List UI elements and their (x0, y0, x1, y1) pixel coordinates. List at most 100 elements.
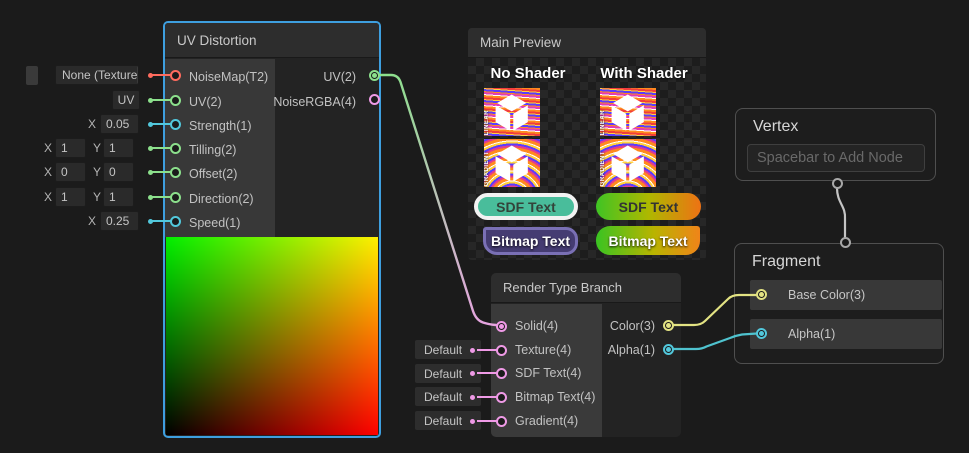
texture-row1-label: LINEAR (600, 110, 607, 135)
bitmap-text-label: Bitmap Text (608, 233, 687, 249)
unity-cube-icon (491, 93, 532, 131)
dot-default-gradient (470, 419, 475, 424)
default-label: Default (424, 343, 462, 357)
default-label: Default (424, 367, 462, 381)
dot-speed (148, 219, 153, 224)
default-label: Default (424, 390, 462, 404)
direction-y-label: Y (93, 187, 101, 207)
base-color-label: Base Color(3) (788, 288, 865, 302)
add-node-hint-box[interactable]: Spacebar to Add Node (747, 144, 925, 172)
fragment-node[interactable]: Fragment Base Color(3) Alpha(1) (734, 243, 944, 364)
tilling-x-field[interactable]: 1 (55, 138, 86, 158)
socket-base-color[interactable] (756, 289, 767, 300)
texture-row2-label: GRADIENT (484, 151, 491, 186)
fragment-slot-base-color[interactable]: Base Color(3) (750, 280, 942, 310)
dot-strength (148, 122, 153, 127)
no-shader-label: No Shader (478, 65, 578, 82)
port-label-uv-out: UV(2) (323, 69, 356, 85)
offset-x-value: 0 (61, 165, 68, 179)
direction-x-value: 1 (61, 190, 68, 204)
unity-cube-icon (491, 144, 532, 182)
socket-texture[interactable] (496, 345, 507, 356)
object-picker-icon[interactable]: ⊙ (137, 66, 139, 84)
port-label-alpha-out: Alpha(1) (608, 342, 655, 358)
sdf-text-label: SDF Text (619, 199, 679, 215)
texture-preview-stub[interactable] (26, 66, 38, 85)
strength-value: 0.05 (106, 117, 129, 131)
fragment-title: Fragment (752, 253, 820, 271)
shader-graph-canvas[interactable]: UV Distortion NoiseMap(T2) UV(2) Strengt… (0, 0, 969, 453)
socket-uv-out[interactable] (369, 70, 380, 81)
socket-alpha-out[interactable] (663, 344, 674, 355)
direction-x-field[interactable]: 1 (55, 187, 86, 207)
socket-sdf-text[interactable] (496, 368, 507, 379)
port-label-solid: Solid(4) (515, 318, 558, 334)
socket-bitmap-text[interactable] (496, 392, 507, 403)
speed-x-label: X (88, 211, 96, 231)
dot-default-bitmap (470, 395, 475, 400)
main-preview-header[interactable]: Main Preview (468, 28, 706, 58)
bitmap-text-label: Bitmap Text (491, 233, 570, 249)
dot-offset (148, 170, 153, 175)
port-label-direction: Direction(2) (189, 191, 254, 207)
offset-y-value: 0 (109, 165, 116, 179)
dot-default-texture (470, 348, 475, 353)
uv-channel-value: UV (118, 93, 135, 107)
dot-default-sdf (470, 371, 475, 376)
add-node-hint-text: Spacebar to Add Node (757, 150, 903, 166)
port-label-color-out: Color(3) (610, 318, 655, 334)
main-preview-panel[interactable]: Main Preview No Shader With Shader LINEA… (468, 28, 706, 260)
render-type-branch-node[interactable]: Render Type Branch Solid(4) Texture(4) S… (491, 273, 681, 437)
fragment-in-connector[interactable] (840, 237, 851, 248)
speed-field[interactable]: 0.25 (100, 211, 139, 231)
port-label-sdf-text: SDF Text(4) (515, 365, 581, 381)
branch-header[interactable]: Render Type Branch (491, 273, 681, 303)
strength-field[interactable]: 0.05 (100, 114, 139, 134)
socket-tilling[interactable] (170, 143, 181, 154)
unity-cube-icon (607, 93, 648, 131)
socket-offset[interactable] (170, 167, 181, 178)
socket-strength[interactable] (170, 119, 181, 130)
noisemap-object-value: None (Texture (62, 68, 137, 82)
fragment-slot-alpha[interactable]: Alpha(1) (750, 319, 942, 349)
socket-noisergba-out[interactable] (369, 94, 380, 105)
direction-x-label: X (44, 187, 52, 207)
speed-value: 0.25 (106, 214, 129, 228)
uv-distortion-node[interactable]: UV Distortion NoiseMap(T2) UV(2) Strengt… (163, 21, 381, 438)
noisemap-object-field[interactable]: None (Texture ⊙ (55, 65, 139, 85)
sdf-text-preview-withshader: SDF Text (596, 193, 701, 220)
texture-preview-noshader-linear: LINEAR (484, 88, 540, 136)
tilling-y-field[interactable]: 1 (103, 138, 134, 158)
port-label-texture: Texture(4) (515, 342, 571, 358)
socket-fragment-alpha[interactable] (756, 328, 767, 339)
uv-gradient-preview (166, 237, 378, 435)
socket-speed[interactable] (170, 216, 181, 227)
texture-row2-label: GRADIENT (600, 151, 607, 186)
port-label-noisemap: NoiseMap(T2) (189, 69, 268, 85)
offset-x-label: X (44, 162, 52, 182)
tilling-y-value: 1 (109, 141, 116, 155)
socket-color-out[interactable] (663, 320, 674, 331)
alpha-label: Alpha(1) (788, 327, 835, 341)
uv-distortion-header[interactable]: UV Distortion (165, 23, 379, 58)
offset-x-field[interactable]: 0 (55, 162, 86, 182)
port-label-noisergba-out: NoiseRGBA(4) (273, 94, 356, 110)
dot-noisemap (148, 73, 153, 78)
socket-uv-in[interactable] (170, 95, 181, 106)
vertex-node[interactable]: Vertex Spacebar to Add Node (735, 108, 936, 181)
strength-x-label: X (88, 114, 96, 134)
texture-row1-label: LINEAR (484, 110, 491, 135)
port-label-strength: Strength(1) (189, 118, 252, 134)
socket-solid[interactable] (496, 321, 507, 332)
vertex-out-connector[interactable] (832, 178, 843, 189)
offset-y-field[interactable]: 0 (103, 162, 134, 182)
texture-preview-withshader-linear: LINEAR (600, 88, 656, 136)
port-label-uv-in: UV(2) (189, 94, 222, 110)
uv-channel-field[interactable]: UV (112, 90, 140, 110)
direction-y-field[interactable]: 1 (103, 187, 134, 207)
unity-cube-icon (607, 144, 648, 182)
dot-uv (148, 98, 153, 103)
socket-noisemap[interactable] (170, 70, 181, 81)
socket-direction[interactable] (170, 192, 181, 203)
socket-gradient[interactable] (496, 416, 507, 427)
